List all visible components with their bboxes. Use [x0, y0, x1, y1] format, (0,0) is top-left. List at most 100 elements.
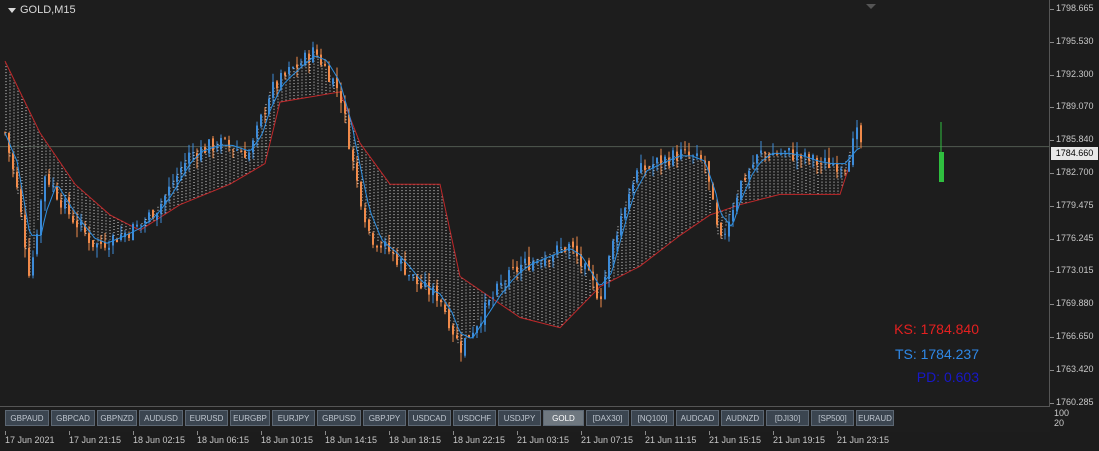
candle-body	[232, 149, 234, 151]
candle-body	[640, 163, 642, 173]
tab-eurjpy[interactable]: EURJPY	[272, 410, 315, 426]
volume-tick: 20	[1054, 418, 1065, 428]
candle-body	[516, 266, 518, 272]
time-tick: 21 Jun 11:15	[645, 431, 697, 445]
candle-body	[136, 224, 138, 227]
time-tick: 21 Jun 23:15	[837, 431, 890, 445]
price-tick: 1795.530	[1050, 35, 1094, 46]
candle-body	[40, 200, 42, 236]
candle-body	[376, 245, 378, 248]
price-axis[interactable]: 1798.665 1795.530 1792.300 1789.070 1785.840…	[1050, 0, 1099, 407]
cloud-edge-line	[4, 60, 851, 329]
candle-body	[380, 245, 382, 248]
candle-body	[612, 240, 614, 260]
tab-nq100[interactable]: [NQ100]	[631, 410, 674, 426]
candle-body	[412, 274, 414, 276]
candle-body	[368, 219, 370, 231]
candle-body	[264, 113, 266, 115]
candle-body	[324, 63, 326, 66]
candle-body	[464, 338, 466, 356]
candle-body	[688, 151, 690, 156]
candle-body	[788, 147, 790, 151]
candle-body	[616, 235, 618, 243]
candle-body	[636, 170, 638, 183]
tab-usdchf[interactable]: USDCHF	[453, 410, 496, 426]
candle-body	[584, 263, 586, 270]
candle-body	[208, 139, 210, 154]
tab-sp500[interactable]: [SP500]	[811, 410, 854, 426]
candle-body	[512, 267, 514, 269]
tab-audusd[interactable]: AUDUSD	[139, 410, 183, 426]
candle-body	[544, 258, 546, 266]
scroll-marker-icon[interactable]	[866, 4, 876, 9]
candle-body	[500, 282, 502, 285]
tab-usdcad[interactable]: USDCAD	[408, 410, 451, 426]
candle-body	[168, 186, 170, 196]
candle-body	[456, 335, 458, 339]
symbol-title[interactable]: GOLD,M15	[8, 4, 76, 16]
tab-eurusd[interactable]: EURUSD	[185, 410, 228, 426]
candle-body	[848, 162, 850, 172]
candle-body	[684, 149, 686, 151]
candle-body	[172, 183, 174, 185]
tab-usdjpy[interactable]: USDJPY	[498, 410, 541, 426]
price-tick: 1782.700	[1050, 167, 1094, 177]
candle-body	[364, 207, 366, 223]
candle-body	[484, 302, 486, 325]
candle-body	[352, 149, 354, 161]
candle-body	[780, 153, 782, 155]
tab-gbpnzd[interactable]: GBPNZD	[97, 410, 137, 426]
candle-body	[176, 175, 178, 182]
time-axis: 17 Jun 2021 17 Jun 21:15 18 Jun 02:15 18 Ju…	[0, 431, 1099, 451]
candle-body	[92, 240, 94, 248]
price-tick: 1769.880	[1050, 298, 1094, 309]
candle-body	[188, 152, 190, 164]
candle-body	[72, 215, 74, 223]
chevron-down-icon[interactable]	[8, 7, 16, 13]
candle-body	[244, 150, 246, 158]
price-tick: 1773.015	[1050, 265, 1094, 276]
tab-dji30[interactable]: [DJI30]	[766, 410, 809, 426]
tab-audnzd[interactable]: AUDNZD	[721, 410, 764, 426]
candle-body	[356, 163, 358, 181]
candle-body	[620, 216, 622, 236]
tab-gbpjpy[interactable]: GBPJPY	[363, 410, 406, 426]
tab-dax30[interactable]: [DAX30]	[586, 410, 629, 426]
tab-audcad[interactable]: AUDCAD	[676, 410, 719, 426]
tab-euraud[interactable]: EURAUD	[856, 410, 894, 426]
time-tick: 17 Jun 21:15	[69, 431, 122, 445]
volume-axis: 100 20	[1050, 407, 1099, 432]
time-tick: 17 Jun 2021	[5, 431, 55, 445]
candle-body	[24, 214, 26, 248]
candle-body	[852, 138, 854, 165]
candle-body	[240, 151, 242, 153]
candle-body	[76, 220, 78, 228]
tab-eurgbp[interactable]: EURGBP	[230, 410, 270, 426]
candle-body	[756, 154, 758, 164]
candle-body	[724, 233, 726, 235]
tab-gbpaud[interactable]: GBPAUD	[5, 410, 49, 426]
candle-body	[840, 168, 842, 170]
candle-body	[820, 163, 822, 165]
price-chart[interactable]	[0, 0, 1050, 407]
candle-body	[292, 67, 294, 69]
candle-body	[140, 224, 142, 226]
candle-body	[624, 208, 626, 219]
candle-body	[504, 283, 506, 285]
candle-body	[844, 170, 846, 172]
candle-body	[216, 147, 218, 149]
candle-body	[408, 274, 410, 277]
candle-body	[460, 341, 462, 353]
candle-body	[220, 138, 222, 150]
tab-gbpusd[interactable]: GBPUSD	[317, 410, 361, 426]
price-tick: 1792.300	[1050, 68, 1094, 79]
tab-gold[interactable]: GOLD	[543, 410, 584, 426]
candle-body	[696, 153, 698, 156]
ks-label: KS: 1784.840	[894, 321, 979, 337]
volume-tick: 100	[1054, 408, 1070, 418]
chart-area[interactable]: GOLD,M15 KS: 1784.840 TS: 1784.237 PD: 0…	[0, 0, 1050, 407]
price-tick: 1789.070	[1050, 101, 1094, 112]
price-tick: 1766.650	[1050, 331, 1094, 341]
candle-body	[48, 173, 50, 185]
tab-gbpcad[interactable]: GBPCAD	[51, 410, 95, 426]
